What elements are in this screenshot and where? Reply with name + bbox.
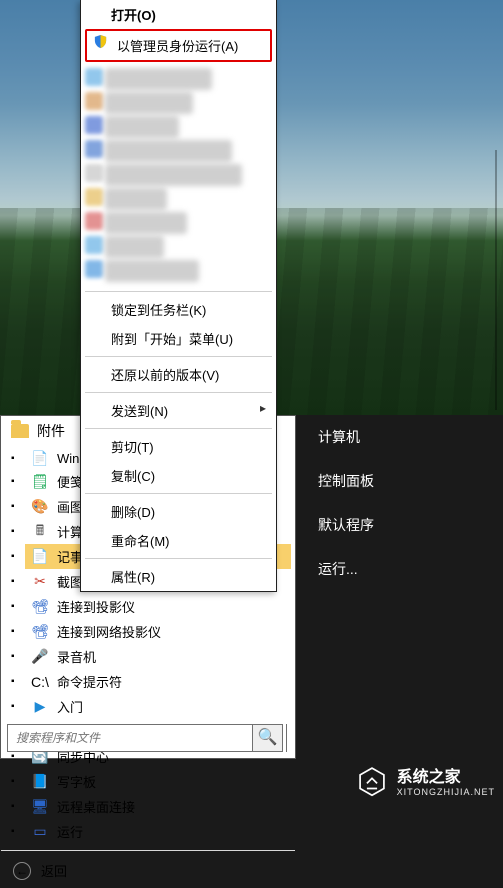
program-icon: 🎨 xyxy=(31,499,49,515)
ctx-restore-versions[interactable]: 还原以前的版本(V) xyxy=(81,360,276,389)
program-icon: C:\ xyxy=(31,674,49,690)
folder-icon xyxy=(11,424,29,438)
program-label: 写字板 xyxy=(57,772,96,791)
program-icon: ▭ xyxy=(31,824,49,840)
program-item-7[interactable]: ▪ 📽 连接到网络投影仪 xyxy=(25,619,291,644)
back-arrow-icon: ← xyxy=(13,862,31,880)
ctx-cut[interactable]: 剪切(T) xyxy=(81,432,276,461)
expand-marker-icon: ▪ xyxy=(11,476,15,487)
program-icon: 📘 xyxy=(31,774,49,790)
program-icon: ✂ xyxy=(31,574,49,590)
expand-marker-icon: ▪ xyxy=(11,676,15,687)
search-bar: 🔍 xyxy=(7,724,283,752)
expand-marker-icon: ▪ xyxy=(11,453,15,464)
right-panel-item-1[interactable]: 控制面板 xyxy=(296,459,503,503)
context-menu: 打开(O) 以管理员身份运行(A) 锁定到任务栏(K) 附到「开始」菜单(U) … xyxy=(80,0,277,592)
watermark: 系统之家 XITONGZHIJIA.NET xyxy=(355,763,495,797)
program-icon: 🖩 xyxy=(31,524,49,540)
expand-marker-icon: ▪ xyxy=(11,576,15,587)
folder-title: 附件 xyxy=(37,421,65,441)
expand-marker-icon: ▪ xyxy=(11,601,15,612)
search-icon: 🔍 xyxy=(258,729,278,746)
ctx-delete[interactable]: 删除(D) xyxy=(81,497,276,526)
program-label: 入门 xyxy=(57,697,83,716)
expand-marker-icon: ▪ xyxy=(11,651,15,662)
back-label: 返回 xyxy=(41,861,67,880)
program-label: 连接到网络投影仪 xyxy=(57,622,161,641)
program-label: 命令提示符 xyxy=(57,672,122,691)
ctx-open[interactable]: 打开(O) xyxy=(81,0,276,29)
program-icon: 🖥 xyxy=(31,799,49,815)
program-item-9[interactable]: ▪ C:\ 命令提示符 xyxy=(25,669,291,694)
program-item-15[interactable]: ▪ ▭ 运行 xyxy=(25,819,291,844)
program-label: 运行 xyxy=(57,822,83,841)
watermark-title: 系统之家 xyxy=(397,763,495,787)
expand-marker-icon: ▪ xyxy=(11,501,15,512)
program-item-10[interactable]: ▪ ▶ 入门 xyxy=(25,694,291,719)
program-label: 远程桌面连接 xyxy=(57,797,135,816)
expand-marker-icon: ▪ xyxy=(11,826,15,837)
ctx-run-as-admin[interactable]: 以管理员身份运行(A) xyxy=(87,31,270,60)
program-icon: 🗒 xyxy=(31,474,49,490)
ctx-properties[interactable]: 属性(R) xyxy=(81,562,276,591)
search-input[interactable] xyxy=(7,724,253,752)
search-button[interactable]: 🔍 xyxy=(253,724,283,752)
ctx-run-as-admin-label: 以管理员身份运行(A) xyxy=(117,39,238,54)
expand-marker-icon: ▪ xyxy=(11,776,15,787)
program-item-13[interactable]: ▪ 📘 写字板 xyxy=(25,769,291,794)
program-item-8[interactable]: ▪ 🎤 录音机 xyxy=(25,644,291,669)
program-icon: 📽 xyxy=(31,599,49,615)
ctx-rename[interactable]: 重命名(M) xyxy=(81,526,276,555)
ctx-pin-taskbar[interactable]: 锁定到任务栏(K) xyxy=(81,295,276,324)
program-icon: 📄 xyxy=(31,549,49,565)
expand-marker-icon: ▪ xyxy=(11,626,15,637)
right-panel-item-2[interactable]: 默认程序 xyxy=(296,503,503,547)
program-label: 录音机 xyxy=(57,647,96,666)
shield-icon xyxy=(93,34,108,49)
ctx-send-to[interactable]: 发送到(N) xyxy=(81,396,276,425)
back-button[interactable]: ← 返回 xyxy=(1,850,295,888)
program-icon: 📽 xyxy=(31,624,49,640)
ctx-pin-start[interactable]: 附到「开始」菜单(U) xyxy=(81,324,276,353)
expand-marker-icon: ▪ xyxy=(11,551,15,562)
program-icon: ▶ xyxy=(31,699,49,715)
program-icon: 📄 xyxy=(31,450,49,466)
ctx-copy[interactable]: 复制(C) xyxy=(81,461,276,490)
vertical-divider xyxy=(286,724,287,752)
program-label: 连接到投影仪 xyxy=(57,597,135,616)
right-panel-item-0[interactable]: 计算机 xyxy=(296,415,503,459)
expand-marker-icon: ▪ xyxy=(11,701,15,712)
watermark-subtitle: XITONGZHIJIA.NET xyxy=(397,787,495,797)
watermark-logo-icon xyxy=(355,763,389,797)
expand-marker-icon: ▪ xyxy=(11,751,15,762)
start-menu-right-panel: 计算机控制面板默认程序运行... xyxy=(296,415,503,759)
program-icon: 🎤 xyxy=(31,649,49,665)
right-panel-item-3[interactable]: 运行... xyxy=(296,547,503,591)
expand-marker-icon: ▪ xyxy=(11,526,15,537)
program-item-6[interactable]: ▪ 📽 连接到投影仪 xyxy=(25,594,291,619)
highlight-run-as-admin: 以管理员身份运行(A) xyxy=(85,29,272,62)
program-item-14[interactable]: ▪ 🖥 远程桌面连接 xyxy=(25,794,291,819)
